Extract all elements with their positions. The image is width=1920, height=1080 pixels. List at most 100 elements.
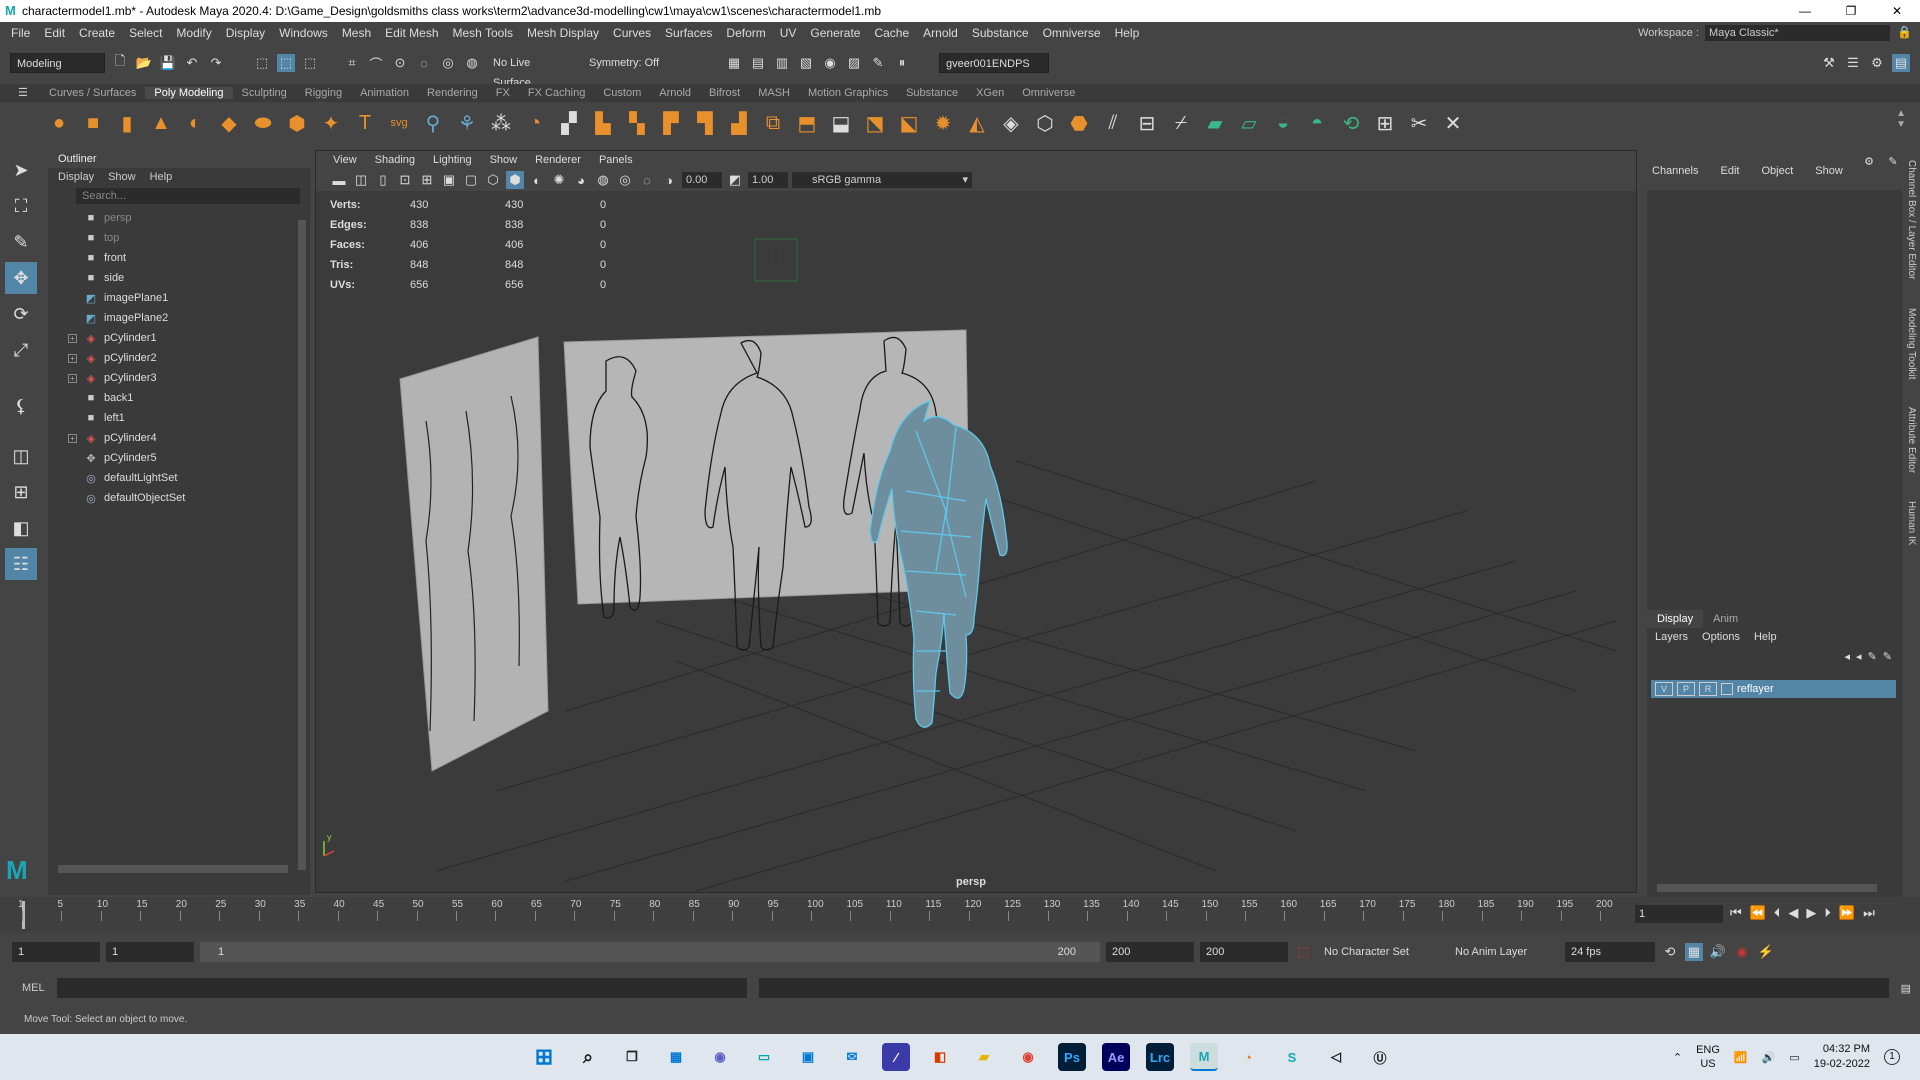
shelf-tab-custom[interactable]: Custom (594, 87, 650, 99)
go-to-start-icon[interactable]: ⏮ (1730, 905, 1742, 921)
shelf-tab-poly-modeling[interactable]: Poly Modeling (145, 87, 233, 99)
boolean-union-icon[interactable]: ▚ (623, 109, 651, 137)
menu-curves[interactable]: Curves (606, 26, 658, 40)
channel-box-options-icon[interactable]: ✎ (1884, 152, 1902, 170)
outliner-item-defaultobjectset[interactable]: ◎ defaultObjectSet (48, 488, 310, 508)
script-editor-icon[interactable]: ▤ (1901, 982, 1911, 995)
unfold-icon[interactable]: ⟲ (1337, 109, 1365, 137)
poly-cube-icon[interactable]: ■ (79, 109, 107, 137)
viewport-menu-panels[interactable]: Panels (590, 154, 642, 166)
layer-reference-toggle[interactable]: R (1699, 682, 1717, 696)
open-scene-icon[interactable]: 📂 (135, 54, 153, 72)
outliner-item-side[interactable]: ■ side (48, 268, 310, 288)
shelf-tab-fx-caching[interactable]: FX Caching (519, 87, 594, 99)
viewport-menu-show[interactable]: Show (481, 154, 527, 166)
menu-omniverse[interactable]: Omniverse (1036, 26, 1108, 40)
snap-view-plane-icon[interactable]: ◎ (439, 54, 457, 72)
outliner-menu-help[interactable]: Help (150, 168, 173, 186)
move-layer-up-icon[interactable]: ◂ (1845, 650, 1851, 663)
resolution-gate-icon[interactable]: ▢ (462, 171, 480, 189)
menu-edit-mesh[interactable]: Edit Mesh (378, 26, 445, 40)
mel-label[interactable]: MEL (22, 982, 45, 994)
viewport-menu-view[interactable]: View (324, 154, 366, 166)
menu-select[interactable]: Select (122, 26, 169, 40)
image-plane-icon[interactable]: ⊡ (396, 171, 414, 189)
clock[interactable]: 04:32 PM 19-02-2022 (1814, 1042, 1870, 1072)
lightroom-icon[interactable]: Lrc (1146, 1043, 1174, 1071)
xray-icon[interactable]: ◎ (616, 171, 634, 189)
start-icon[interactable]: ⊞ (530, 1043, 558, 1071)
layer-row[interactable]: V P R reflayer (1651, 680, 1896, 698)
snap-curve-icon[interactable]: ⌒ (367, 54, 385, 72)
shelf-tab-substance[interactable]: Substance (897, 87, 967, 99)
poly-platonic-icon[interactable]: ⬢ (283, 109, 311, 137)
combine-icon[interactable]: ◔ (521, 109, 549, 137)
shelf-tab-rigging[interactable]: Rigging (296, 87, 351, 99)
select-object-icon[interactable]: ⬚ (277, 54, 295, 72)
outliner-item-left1[interactable]: ■ left1 (48, 408, 310, 428)
circularize-icon[interactable]: ◈ (997, 109, 1025, 137)
go-to-end-icon[interactable]: ⏭ (1863, 905, 1875, 921)
poly-torus-icon[interactable]: ◐ (181, 109, 209, 137)
isolate-select-icon[interactable]: ◍ (594, 171, 612, 189)
new-scene-icon[interactable]: 🗋 (111, 53, 129, 72)
outliner-menu-display[interactable]: Display (58, 168, 94, 186)
layer-menu-layers[interactable]: Layers (1655, 628, 1688, 646)
channel-box-menu-channels[interactable]: Channels (1652, 165, 1698, 177)
render-settings-icon[interactable]: ▧ (797, 54, 815, 72)
move-layer-down-icon[interactable]: ◂ (1856, 650, 1862, 663)
live-surface-field[interactable]: No Live Surface (487, 53, 577, 89)
layer-hscrollbar[interactable] (1657, 884, 1877, 892)
shelf-tab-arnold[interactable]: Arnold (650, 87, 700, 99)
render-current-icon[interactable]: ▤ (749, 54, 767, 72)
command-input[interactable] (56, 978, 747, 998)
side-tab-attribute-editor[interactable]: Attribute Editor (1906, 407, 1917, 473)
layer-menu-options[interactable]: Options (1702, 628, 1740, 646)
poly-sphere-icon[interactable]: ● (45, 109, 73, 137)
outliner-layout-icon[interactable]: ☷ (5, 548, 37, 580)
channel-box-icon[interactable]: ▤ (1892, 54, 1910, 72)
planar-mapping-icon[interactable]: ▰ (1201, 109, 1229, 137)
four-view-layout-icon[interactable]: ⊞ (5, 476, 37, 508)
symmetry-dropdown[interactable]: Symmetry: Off (583, 53, 693, 73)
layer-menu-help[interactable]: Help (1754, 628, 1777, 646)
search-icon[interactable]: ⌕ (574, 1043, 602, 1071)
menu-display[interactable]: Display (219, 26, 272, 40)
select-component-icon[interactable]: ⬚ (301, 54, 319, 72)
poke-icon[interactable]: ✹ (929, 109, 957, 137)
channel-box-menu-edit[interactable]: Edit (1720, 165, 1739, 177)
tray-overflow-icon[interactable]: ⌃ (1673, 1051, 1682, 1064)
separate-icon[interactable]: ▞ (555, 109, 583, 137)
last-tool-icon[interactable]: ⚸ (5, 390, 37, 422)
outliner-item-imageplane1[interactable]: ◩ imagePlane1 (48, 288, 310, 308)
automatic-mapping-icon[interactable]: ◓ (1303, 109, 1331, 137)
outliner-hscrollbar[interactable] (58, 865, 288, 873)
channel-box-menu-show[interactable]: Show (1815, 165, 1843, 177)
exposure-field[interactable]: 0.00 (682, 172, 722, 188)
render-view-icon[interactable]: ▦ (725, 54, 743, 72)
cache-playback-icon[interactable]: ▦ (1685, 943, 1703, 961)
render-setup-icon[interactable]: ▨ (845, 54, 863, 72)
perspective-viewport[interactable]: View Shading Lighting Show Renderer Panels ▬ … (315, 150, 1637, 893)
time-slider[interactable]: 1 ⏮ ⏪ ⏴ ◀ ▶ ⏵ ⏩ ⏭ 1 5 10 15 20 25 30 35 40 45 50 55… (0, 897, 1920, 933)
office-icon[interactable]: ◧ (926, 1043, 954, 1071)
expand-icon[interactable]: + (68, 333, 77, 343)
viewport-menu-renderer[interactable]: Renderer (526, 154, 590, 166)
fill-hole-icon[interactable]: ⬡ (1031, 109, 1059, 137)
outliner-item-pcylinder5[interactable]: ✥ pCylinder5 (48, 448, 310, 468)
shelf-tab-bifrost[interactable]: Bifrost (700, 87, 749, 99)
step-forward-key-icon[interactable]: ⏩ (1839, 905, 1855, 921)
mail-icon[interactable]: ✉ (838, 1043, 866, 1071)
battery-icon[interactable]: ▭ (1789, 1051, 1799, 1064)
wifi-icon[interactable]: 📶 (1734, 1051, 1748, 1064)
animation-end-field[interactable]: 200 (1200, 942, 1288, 962)
create-sets-icon[interactable]: ⚲ (419, 109, 447, 137)
append-polygon-icon[interactable]: ⬕ (895, 109, 923, 137)
select-hierarchy-icon[interactable]: ⬚ (253, 54, 271, 72)
paint-select-icon[interactable]: ✎ (5, 226, 37, 258)
redo-icon[interactable]: ↷ (207, 54, 225, 72)
new-layer-selected-icon[interactable]: ✎ (1883, 650, 1892, 663)
outliner-item-pcylinder1[interactable]: + ◈ pCylinder1 (48, 328, 310, 348)
outliner-item-pcylinder2[interactable]: + ◈ pCylinder2 (48, 348, 310, 368)
viewport-menu-lighting[interactable]: Lighting (424, 154, 481, 166)
